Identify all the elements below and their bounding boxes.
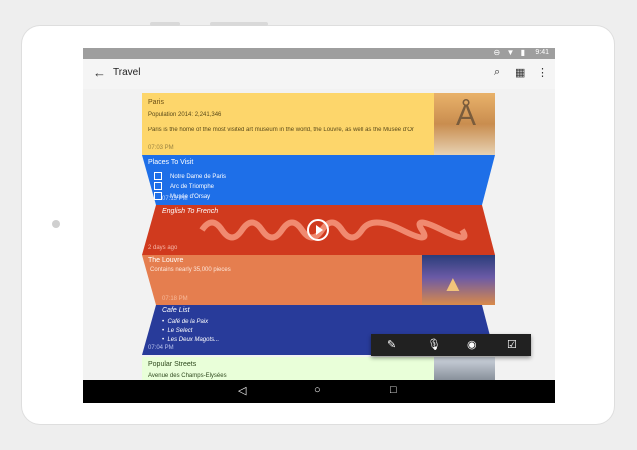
screen: ⊖ ▼ ▮ 9:41 ← Travel ⌕ ▦ ⋮ Paris Populati… bbox=[83, 48, 555, 403]
card-time: 07:18 PM bbox=[162, 296, 188, 302]
card-title: Cafe List bbox=[162, 307, 190, 314]
checklist-item[interactable]: Arc de Triomphe bbox=[154, 182, 226, 192]
card-population: Population 2014: 2,241,346 bbox=[148, 112, 222, 118]
louvre-image: ▲ bbox=[422, 255, 495, 305]
list-item: • Café de la Paix bbox=[162, 319, 209, 325]
card-item: Avenue des Champs-Elysées bbox=[148, 373, 227, 379]
play-icon[interactable] bbox=[307, 219, 329, 241]
card-title: The Louvre bbox=[148, 257, 184, 264]
status-bar: ⊖ ▼ ▮ 9:41 bbox=[83, 48, 555, 59]
card-time: 07:04 PM bbox=[148, 345, 174, 351]
bullet-list: • Café de la Paix • Le Select • Les Deux… bbox=[162, 318, 219, 345]
nav-bar: ◁ ○ □ bbox=[83, 380, 555, 403]
card-paris[interactable]: Paris Population 2014: 2,241,346 Paris i… bbox=[142, 93, 495, 155]
checkbox-icon[interactable]: ☑ bbox=[507, 338, 517, 351]
list-item: • Le Select bbox=[162, 328, 193, 334]
status-icons: ⊖ ▼ ▮ bbox=[493, 48, 527, 57]
card-title: Popular Streets bbox=[148, 361, 197, 368]
pencil-icon[interactable]: ✎ bbox=[387, 338, 396, 351]
arrow-back-icon[interactable]: ← bbox=[93, 65, 106, 80]
list-item: • Les Deux Magots... bbox=[162, 337, 220, 343]
recents-nav-icon[interactable]: □ bbox=[390, 384, 397, 396]
more-vert-icon[interactable]: ⋮ bbox=[537, 66, 548, 79]
card-places[interactable]: Places To Visit Notre Dame de Paris Arc … bbox=[142, 155, 495, 205]
card-time: 07:03 PM bbox=[148, 145, 174, 151]
mic-icon[interactable]: 🎙 bbox=[427, 338, 441, 351]
eiffel-image: Å bbox=[434, 93, 495, 155]
checklist-item[interactable]: Notre Dame de Paris bbox=[154, 172, 226, 182]
card-time: 07:13 PM bbox=[162, 196, 188, 202]
note-toolbar: ✎ 🎙 ◉ ☑ bbox=[371, 334, 531, 356]
card-desc: Paris is the home of the most visited ar… bbox=[148, 127, 414, 133]
card-title: Places To Visit bbox=[148, 159, 194, 166]
camera-icon[interactable]: ◉ bbox=[467, 338, 477, 351]
camera-dot bbox=[52, 220, 60, 228]
card-title: Paris bbox=[148, 99, 164, 106]
app-bar: ← Travel ⌕ ▦ ⋮ bbox=[83, 59, 555, 89]
card-time: 2 days ago bbox=[148, 245, 178, 251]
home-nav-icon[interactable]: ○ bbox=[314, 384, 321, 396]
page-title: Travel bbox=[113, 67, 141, 78]
volume-button bbox=[150, 22, 180, 26]
card-louvre[interactable]: The Louvre Contains nearly 35,000 pieces… bbox=[142, 255, 495, 305]
search-icon[interactable]: ⌕ bbox=[494, 66, 500, 79]
back-nav-icon[interactable]: ◁ bbox=[238, 384, 246, 397]
power-button bbox=[210, 22, 268, 26]
grid-icon[interactable]: ▦ bbox=[515, 66, 525, 79]
card-desc: Contains nearly 35,000 pieces bbox=[150, 267, 231, 273]
status-time: 9:41 bbox=[535, 49, 549, 56]
card-title: English To French bbox=[162, 208, 219, 215]
